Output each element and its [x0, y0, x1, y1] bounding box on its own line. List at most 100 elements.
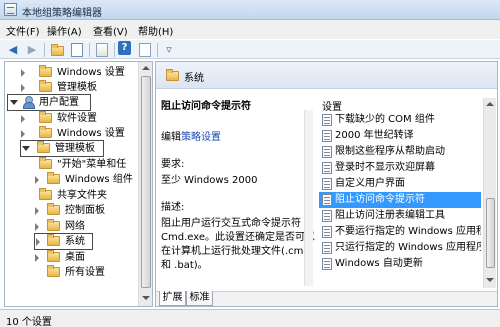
menu-action[interactable]: 操作(A) — [47, 23, 82, 38]
toolbar: ◀ ▶ ? ▿ — [0, 39, 500, 59]
description-scrollbar[interactable] — [304, 110, 313, 286]
up-folder-glyph — [51, 44, 64, 56]
folder-icon — [39, 188, 52, 200]
settings-column-header[interactable]: 设置 — [322, 98, 342, 113]
setting-label: 限制这些程序从帮助启动 — [335, 146, 445, 157]
setting-row[interactable]: 登录时不显示欢迎屏幕 — [319, 160, 481, 176]
expand-arrow-icon[interactable] — [36, 238, 40, 246]
details-pane: 系统 阻止访问命令提示符 编辑策略设置 要求: 至少 Windows 2000 … — [155, 61, 498, 307]
description-line: 和 .bat)。 — [161, 260, 208, 271]
expand-arrow-icon[interactable] — [21, 69, 25, 77]
show-hide-tree-icon[interactable] — [69, 42, 85, 58]
help-icon[interactable]: ? — [118, 41, 131, 55]
setting-label: 阻止访问命令提示符 — [335, 194, 425, 205]
setting-row[interactable]: 限制这些程序从帮助启动 — [319, 144, 481, 160]
policy-setting-icon — [322, 242, 332, 254]
tree-item-user-configuration[interactable]: 用户配置 — [7, 94, 91, 111]
setting-label: 登录时不显示欢迎屏幕 — [335, 162, 435, 173]
tree-item-label: 用户配置 — [39, 97, 79, 108]
policy-title: 阻止访问命令提示符 — [161, 101, 251, 112]
tree-item-user-admin-templates[interactable]: 管理模板 — [20, 140, 104, 157]
setting-row-selected[interactable]: 阻止访问命令提示符 — [319, 192, 481, 208]
menu-help[interactable]: 帮助(H) — [138, 23, 173, 38]
expand-arrow-icon[interactable] — [21, 115, 25, 123]
menu-bar: 文件(F) 操作(A) 查看(V) 帮助(H) — [0, 20, 500, 39]
expand-arrow-icon[interactable] — [35, 176, 39, 184]
toolbar-separator — [157, 43, 158, 57]
menu-file[interactable]: 文件(F) — [6, 23, 40, 38]
description-line: 阻止用户运行交互式命令提示符 — [161, 218, 301, 229]
setting-row[interactable]: 自定义用户界面 — [319, 176, 481, 192]
settings-scroll-thumb[interactable] — [486, 198, 495, 268]
tree-item-label: 软件设置 — [57, 113, 97, 124]
expand-arrow-icon[interactable] — [35, 207, 39, 215]
properties-icon[interactable] — [137, 42, 153, 58]
forward-arrow-icon[interactable]: ▶ — [24, 42, 40, 58]
policy-setting-icon — [322, 130, 332, 142]
collapse-arrow-icon[interactable] — [10, 100, 18, 105]
setting-row[interactable]: 下载缺少的 COM 组件 — [319, 112, 481, 128]
policy-setting-icon — [322, 114, 332, 126]
setting-label: Windows 自动更新 — [335, 258, 423, 269]
tree-item-label: 控制面板 — [65, 205, 105, 216]
setting-row[interactable]: 2000 年世纪转译 — [319, 128, 481, 144]
back-arrow-icon[interactable]: ◀ — [5, 42, 21, 58]
edit-prefix: 编辑 — [161, 132, 181, 143]
settings-list: 下载缺少的 COM 组件 2000 年世纪转译 限制这些程序从帮助启动 登录时不… — [319, 112, 481, 278]
setting-label: 下载缺少的 COM 组件 — [335, 114, 435, 125]
properties-glyph — [139, 43, 151, 57]
toolbar-separator — [114, 43, 115, 57]
collapse-arrow-icon[interactable] — [22, 146, 30, 151]
tree-item-label: 管理模板 — [55, 143, 95, 154]
toolbar-separator — [89, 43, 90, 57]
tree-scrollbar[interactable] — [138, 62, 152, 306]
folder-icon — [166, 69, 179, 81]
scroll-up-arrow-icon[interactable] — [486, 102, 494, 106]
tree-item-label: 系统 — [65, 236, 85, 247]
expand-arrow-icon[interactable] — [21, 84, 25, 92]
up-folder-icon[interactable] — [50, 42, 66, 58]
export-glyph — [96, 43, 108, 57]
edit-policy-line: 编辑策略设置 — [161, 131, 221, 144]
expand-arrow-icon[interactable] — [35, 254, 39, 262]
folder-icon — [39, 80, 52, 92]
folder-open-icon — [37, 141, 50, 153]
tree-item-label: "开始"菜单和任 — [57, 159, 127, 170]
user-config-icon — [22, 96, 35, 109]
export-list-icon[interactable] — [94, 42, 110, 58]
folder-icon — [47, 203, 60, 215]
expand-arrow-icon[interactable] — [21, 130, 25, 138]
tree-item-label: 管理模板 — [57, 82, 97, 93]
setting-row[interactable]: Windows 自动更新 — [319, 256, 481, 272]
window-title: 本地组策略编辑器 — [22, 8, 102, 19]
setting-label: 阻止访问注册表编辑工具 — [335, 210, 445, 221]
tree-item-label: Windows 设置 — [57, 67, 125, 78]
expand-arrow-icon[interactable] — [35, 223, 39, 231]
tree-item-label: Windows 组件 — [65, 174, 133, 185]
setting-row[interactable]: 阻止访问注册表编辑工具 — [319, 208, 481, 224]
setting-row[interactable]: 只运行指定的 Windows 应用程序 — [319, 240, 481, 256]
requirements-value: 至少 Windows 2000 — [161, 175, 258, 186]
tree-item-label: 所有设置 — [65, 267, 105, 278]
edit-policy-link[interactable]: 策略设置 — [181, 132, 221, 143]
setting-row[interactable]: 不要运行指定的 Windows 应用程序 — [319, 224, 481, 240]
tree-scroll-thumb[interactable] — [141, 76, 151, 288]
tab-extended[interactable]: 扩展 — [159, 291, 186, 306]
filter-icon[interactable]: ▿ — [161, 42, 177, 58]
folder-icon — [47, 172, 60, 184]
gpedit-app-icon — [4, 3, 17, 16]
menu-view[interactable]: 查看(V) — [93, 23, 128, 38]
scroll-up-arrow-icon[interactable] — [142, 66, 150, 70]
scroll-down-arrow-icon[interactable] — [142, 296, 150, 300]
folder-icon — [47, 265, 60, 277]
toolbar-separator — [44, 43, 45, 57]
scroll-down-arrow-icon[interactable] — [486, 278, 494, 282]
setting-label: 2000 年世纪转译 — [335, 130, 414, 141]
tree-pane-glyph — [71, 43, 83, 57]
tree-item-system[interactable]: 系统 — [34, 233, 93, 250]
tab-standard[interactable]: 标准 — [186, 291, 213, 306]
view-tabs: 扩展 标准 — [156, 291, 497, 306]
settings-scrollbar[interactable] — [483, 98, 496, 288]
folder-icon — [47, 250, 60, 262]
folder-icon — [39, 65, 52, 77]
